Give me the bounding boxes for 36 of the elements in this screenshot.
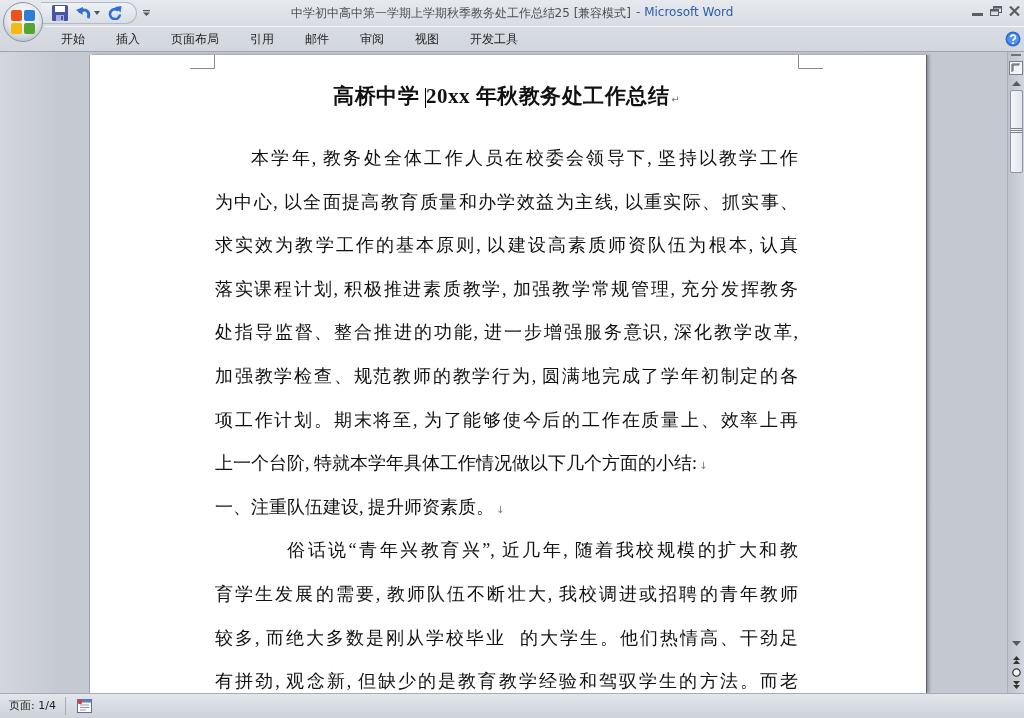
corner-mark-icon (190, 55, 215, 69)
document-title: 中学初中高中第一学期上学期秋季教务处工作总结25 [兼容模式] (290, 4, 631, 22)
page-icon[interactable] (76, 699, 92, 713)
ribbon-tab[interactable]: 页面布局 (155, 27, 234, 51)
body-paragraph: 俗话说“青年兴教育兴”, 近几年, 随着我校规模的扩大和教 育学生发展的需要, 教师队伍不断壮大, 我校调进或招聘的青年教师 较多, 而绝大多数是刚从学校毕业 的大学生。他们热情高、干劲足 有拼劲, 观念新, 但缺少的是教育教学经验和驾驭学生的方法。而老 (215, 541, 798, 692)
caret-icon[interactable] (94, 11, 100, 15)
browse-object-icon[interactable] (1011, 668, 1021, 677)
scroll-up-icon[interactable] (1011, 81, 1021, 86)
page-count[interactable]: 页面: 1/4 (0, 697, 66, 715)
ribbon-tab[interactable]: 视图 (399, 27, 454, 51)
next-page-icon[interactable] (1012, 681, 1020, 689)
document-title-heading: 高桥中学 20xx 年秋教务处工作总结↵ (333, 83, 680, 109)
ruler-icon[interactable] (1009, 61, 1023, 75)
ribbon-tab[interactable]: 插入 (100, 27, 155, 51)
restore-icon[interactable] (990, 6, 1002, 16)
section-heading: 一、注重队伍建设, 提升师资素质。↓ (215, 497, 506, 517)
app-menu-button[interactable] (3, 2, 43, 42)
undo-icon[interactable] (76, 6, 91, 20)
ribbon-tab[interactable]: 开始 (45, 27, 100, 51)
previous-page-icon[interactable] (1012, 656, 1020, 664)
close-icon[interactable] (1009, 6, 1020, 16)
ribbon-tab[interactable]: 开发工具 (454, 27, 533, 51)
scroll-thumb[interactable] (1009, 90, 1023, 173)
redo-icon[interactable] (108, 6, 122, 20)
ribbon-tab[interactable]: 审阅 (344, 27, 399, 51)
scroll-down-icon[interactable] (1011, 641, 1021, 646)
save-icon[interactable] (52, 5, 68, 21)
ribbon-tab[interactable]: 邮件 (289, 27, 344, 51)
app-title: - Microsoft Word (636, 4, 734, 21)
ribbon-tab[interactable]: 引用 (234, 27, 289, 51)
help-icon[interactable] (1005, 31, 1021, 47)
body-paragraph: 本学年, 教务处全体工作人员在校委会领导下, 坚持以教学工作 为中心, 以全面提高教育质量和办学效益为主线, 以重实际、抓实事、 求实效为教学工作的基本原则, 以建设高素质师资队伍为根本, 认真 落实课程计划, 积极推进素质教学, 加强教学常规管理, 充分发挥教务 处指导监督、整合推进的功能, 进一步增强服务意识, 深化教学改革, 加强教学检查、规范教师的教学行为, 圆满地完成了学年初制定的各 项工作计划。期末将至, 为了能够使今后的工作在质量上、效率上再 上一个台阶, 特就本学年具体工作情况做以下几个方面的小结:↓ (215, 149, 798, 474)
colored-squares-icon (11, 10, 35, 34)
vertical-scrollbar[interactable] (1007, 52, 1024, 693)
dropdown-arrow-icon[interactable] (143, 10, 150, 16)
corner-mark-icon (798, 55, 823, 69)
